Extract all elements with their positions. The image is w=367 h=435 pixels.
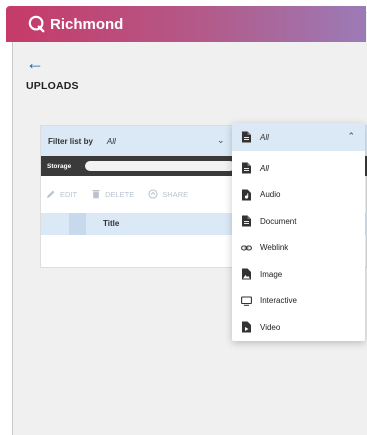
dropdown-option-label: Weblink [260,243,289,253]
chevron-down-icon[interactable]: ⌄ [217,135,225,146]
chevron-up-icon[interactable]: ⌃ [347,131,355,142]
edit-button-label: EDIT [60,189,78,199]
link-icon [241,242,252,254]
dropdown-option-label: Audio [260,190,281,200]
title-column-header[interactable]: Title [103,219,119,228]
dropdown-option-video[interactable]: Video [232,314,365,341]
storage-label: Storage [47,162,72,170]
filter-dropdown-menu: All ⌃ All Audio Document Weblink Image I… [232,123,365,341]
dropdown-option-label: Document [260,216,297,226]
action-toolbar: EDIT DELETE SHARE [41,184,188,204]
brand-logo[interactable]: Richmond [28,15,123,33]
pencil-icon [47,190,55,198]
dropdown-selected-label: All [260,132,269,142]
dropdown-option-audio[interactable]: Audio [232,182,365,209]
audio-file-icon [241,189,252,201]
richmond-logo-icon [28,15,45,33]
share-icon [148,189,158,199]
monitor-icon [241,295,252,307]
file-icon [241,162,252,174]
select-all-column[interactable] [69,213,86,235]
edit-button[interactable]: EDIT [46,189,77,199]
dropdown-option-label: Interactive [260,296,297,306]
dropdown-option-document[interactable]: Document [232,208,365,235]
dropdown-option-image[interactable]: Image [232,261,365,288]
share-button-label: SHARE [162,189,189,199]
video-file-icon [241,321,252,333]
page-title: UPLOADS [26,80,79,92]
delete-button[interactable]: DELETE [91,189,134,199]
brand-name: Richmond [50,15,124,33]
dropdown-option-label: All [260,163,269,173]
storage-progress-bar [85,161,235,171]
dropdown-option-label: Image [260,269,283,279]
dropdown-option-all[interactable]: All [232,155,365,182]
dropdown-option-weblink[interactable]: Weblink [232,235,365,262]
dropdown-selected[interactable]: All ⌃ [232,123,365,151]
image-icon [241,268,252,280]
trash-icon [92,190,100,199]
top-bar: Richmond [6,6,366,42]
delete-button-label: DELETE [105,189,135,199]
filter-select-value[interactable]: All [107,137,116,146]
document-icon [241,215,252,227]
filter-label: Filter list by [48,136,93,146]
dropdown-option-label: Video [260,322,281,332]
arrow-left-icon[interactable]: ← [26,54,44,72]
dropdown-option-interactive[interactable]: Interactive [232,288,365,315]
share-button[interactable]: SHARE [148,189,188,199]
file-icon [241,131,252,143]
